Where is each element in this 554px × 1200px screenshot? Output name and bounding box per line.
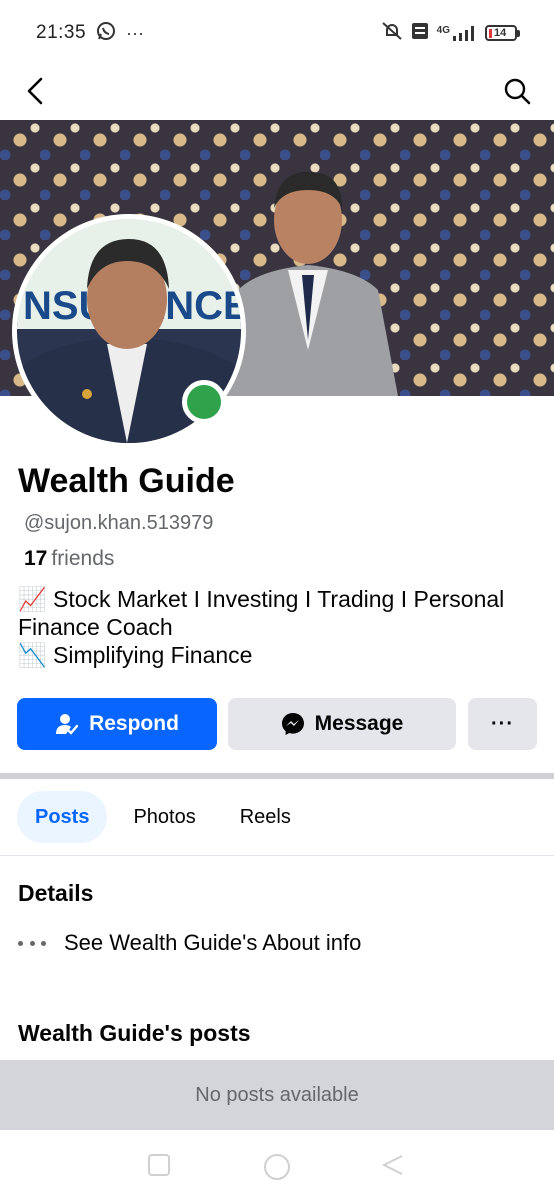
status-time: 21:35 <box>36 22 87 43</box>
top-nav <box>0 66 554 120</box>
section-divider <box>0 773 554 779</box>
messenger-icon <box>281 713 304 735</box>
back-button[interactable] <box>18 72 52 110</box>
search-button[interactable] <box>500 72 534 110</box>
friends-count[interactable]: 17 friends <box>24 547 114 571</box>
back-arrow-icon <box>27 77 43 105</box>
respond-button[interactable]: Respond <box>17 698 217 750</box>
bio-line: 📈 Stock Market I Investing I Trading I P… <box>18 586 505 640</box>
recent-apps-icon[interactable] <box>146 1152 172 1178</box>
no-posts-message: No posts available <box>0 1060 554 1130</box>
tab-reels[interactable]: Reels <box>222 791 309 843</box>
system-nav-bar <box>0 1130 554 1200</box>
friends-number: 17 <box>24 547 48 570</box>
tabs-divider <box>0 855 554 856</box>
signal-icon: 4G <box>437 25 477 41</box>
friends-label: friends <box>51 547 115 570</box>
profile-name: Wealth Guide <box>18 462 235 500</box>
respond-label: Respond <box>89 712 179 735</box>
battery-level: 14 <box>494 27 507 39</box>
posts-heading: Wealth Guide's posts <box>18 1020 251 1046</box>
search-icon <box>504 78 531 105</box>
home-icon[interactable] <box>262 1152 292 1182</box>
more-notifications-icon: ··· <box>126 22 145 43</box>
more-options-button[interactable]: ··· <box>468 698 537 750</box>
whatsapp-icon <box>96 21 116 46</box>
status-bar: 21:35 ··· 4G 14 <box>0 0 554 66</box>
online-status-indicator <box>182 380 226 424</box>
details-heading: Details <box>18 880 94 906</box>
profile-handle: @sujon.khan.513979 <box>24 512 214 534</box>
about-info-link[interactable]: See Wealth Guide's About info <box>18 930 361 956</box>
cover-person-image <box>218 171 398 396</box>
bio-line: 📉 Simplifying Finance <box>18 642 253 668</box>
more-dots-icon <box>18 940 46 946</box>
message-button[interactable]: Message <box>228 698 456 750</box>
more-options-icon: ··· <box>491 712 514 735</box>
profile-bio: 📈 Stock Market I Investing I Trading I P… <box>18 585 538 669</box>
about-info-label: See Wealth Guide's About info <box>64 930 362 955</box>
volte-icon <box>411 22 429 45</box>
message-label: Message <box>314 712 404 735</box>
tab-photos[interactable]: Photos <box>115 791 213 843</box>
back-nav-icon[interactable] <box>380 1152 406 1178</box>
respond-friend-icon <box>56 714 79 735</box>
tab-posts[interactable]: Posts <box>17 791 108 843</box>
network-type: 4G <box>436 25 450 36</box>
battery-icon: 14 <box>485 25 520 41</box>
mute-icon <box>381 21 403 46</box>
profile-tabs: Posts Photos Reels <box>17 791 309 843</box>
